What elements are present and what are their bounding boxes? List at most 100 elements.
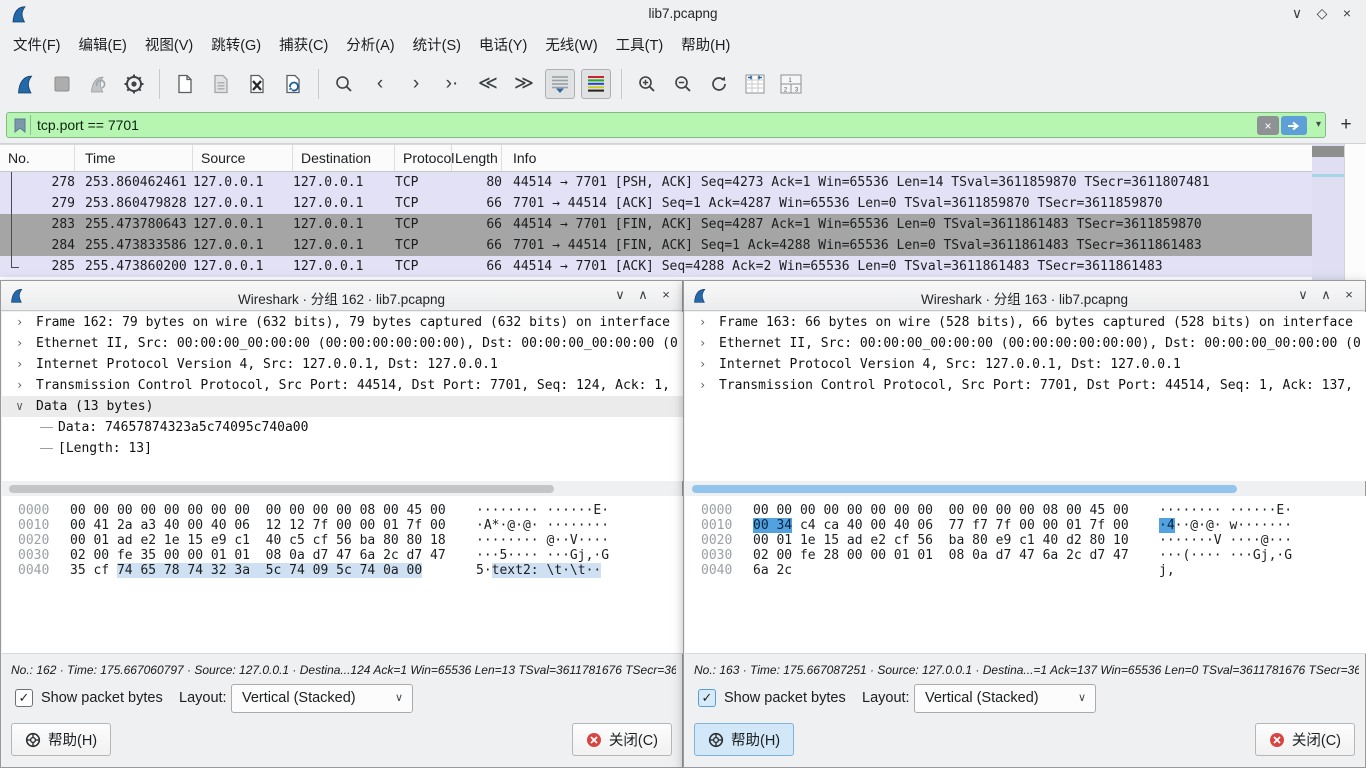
filter-text[interactable] [37, 117, 937, 133]
close-icon[interactable]: × [1339, 287, 1359, 302]
tree-item-data-length[interactable]: [Length: 13] [2, 438, 683, 459]
goto-packet-icon[interactable]: ›· [437, 69, 467, 99]
close-dialog-button[interactable]: 关闭(C) [1255, 723, 1355, 756]
zoom-in-icon[interactable] [632, 69, 662, 99]
tree-item-data-value[interactable]: Data: 74657874323a5c74095c740a00 [2, 417, 683, 438]
packet-vertical-scrollbar[interactable] [1344, 144, 1366, 280]
menu-edit[interactable]: 编辑(E) [70, 30, 136, 59]
zoom-out-icon[interactable] [668, 69, 698, 99]
tree-item-ip[interactable]: ›Internet Protocol Version 4, Src: 127.0… [685, 354, 1366, 375]
display-filter-input[interactable]: × ▾ [6, 112, 1326, 138]
hex-horizontal-scrollbar[interactable] [5, 484, 680, 494]
table-row-278[interactable]: 278253.860462461127.0.0.1127.0.0.1TCP804… [0, 172, 1312, 193]
close-icon[interactable]: × [656, 287, 676, 302]
menu-wireless[interactable]: 无线(W) [536, 30, 606, 59]
hex-row[interactable]: 002000 01 ad e2 1e 15 e9 c1 40 c5 cf 56 … [2, 533, 683, 548]
packet-minimap-scrollbar[interactable] [1312, 144, 1344, 280]
maximize-button[interactable]: ◇ [1311, 5, 1333, 22]
menu-help[interactable]: 帮助(H) [672, 30, 739, 59]
minimize-button[interactable]: ∨ [610, 287, 630, 303]
zoom-reset-icon[interactable] [704, 69, 734, 99]
reload-file-icon[interactable] [278, 69, 308, 99]
hex-row[interactable]: 00406a 2cj, [685, 563, 1366, 578]
hex-row[interactable]: 001000 34 c4 ca 40 00 40 06 77 f7 7f 00 … [685, 518, 1366, 533]
menu-telephony[interactable]: 电话(Y) [470, 30, 536, 59]
column-info[interactable]: Info [502, 145, 1312, 171]
tree-item-tcp[interactable]: ›Transmission Control Protocol, Src Port… [2, 375, 683, 396]
show-packet-bytes-checkbox[interactable]: ✓ [15, 689, 33, 707]
maximize-button[interactable]: ∧ [1316, 287, 1336, 303]
layout-select[interactable]: Vertical (Stacked)∨ [914, 684, 1096, 713]
menu-statistics[interactable]: 统计(S) [404, 30, 470, 59]
filter-clear-icon[interactable]: × [1257, 116, 1279, 135]
chevron-right-icon[interactable]: › [16, 312, 23, 333]
tree-item-frame[interactable]: ›Frame 163: 66 bytes on wire (528 bits),… [685, 312, 1366, 333]
menu-tools[interactable]: 工具(T) [607, 30, 673, 59]
dialog-titlebar[interactable]: Wireshark · 分组 162 · lib7.pcapng ∨ ∧ × [1, 281, 682, 311]
chevron-right-icon[interactable]: › [699, 333, 706, 354]
table-row-285[interactable]: 285255.473860200127.0.0.1127.0.0.1TCP664… [0, 256, 1312, 277]
chevron-right-icon[interactable]: › [699, 375, 706, 396]
first-packet-icon[interactable]: ≪ [473, 69, 503, 99]
save-file-icon[interactable] [206, 69, 236, 99]
scrollbar-thumb[interactable] [1312, 146, 1344, 157]
minimize-button[interactable]: ∨ [1286, 5, 1308, 22]
table-row-284[interactable]: 284255.473833586127.0.0.1127.0.0.1TCP667… [0, 235, 1312, 256]
column-protocol[interactable]: Protocol [395, 145, 452, 171]
show-packet-bytes-checkbox[interactable]: ✓ [698, 689, 716, 707]
chevron-right-icon[interactable]: › [16, 354, 23, 375]
tree-item-frame[interactable]: ›Frame 162: 79 bytes on wire (632 bits),… [2, 312, 683, 333]
filter-apply-icon[interactable] [1281, 116, 1307, 135]
dialog-titlebar[interactable]: Wireshark · 分组 163 · lib7.pcapng ∨ ∧ × [684, 281, 1365, 311]
column-no[interactable]: No. [0, 145, 75, 171]
open-file-icon[interactable] [170, 69, 200, 99]
filter-add-button[interactable]: + [1334, 112, 1358, 138]
restart-capture-icon[interactable] [83, 69, 113, 99]
table-row-283[interactable]: 283255.473780643127.0.0.1127.0.0.1TCP664… [0, 214, 1312, 235]
minimize-button[interactable]: ∨ [1293, 287, 1313, 303]
menu-file[interactable]: 文件(F) [4, 30, 70, 59]
close-file-icon[interactable] [242, 69, 272, 99]
hex-row[interactable]: 004035 cf 74 65 78 74 32 3a 5c 74 09 5c … [2, 563, 683, 578]
hex-row[interactable]: 003002 00 fe 28 00 00 01 01 08 0a d7 47 … [685, 548, 1366, 563]
layout-preferences-icon[interactable]: 123 [776, 69, 806, 99]
menu-go[interactable]: 跳转(G) [202, 30, 270, 59]
column-length[interactable]: Length [452, 145, 502, 171]
chevron-right-icon[interactable]: › [16, 333, 23, 354]
tree-item-tcp[interactable]: ›Transmission Control Protocol, Src Port… [685, 375, 1366, 396]
chevron-down-icon[interactable]: ∨ [16, 396, 23, 417]
column-destination[interactable]: Destination [293, 145, 395, 171]
last-packet-icon[interactable]: ≫ [509, 69, 539, 99]
chevron-right-icon[interactable]: › [16, 375, 23, 396]
scrollbar-thumb[interactable] [9, 485, 554, 493]
hex-row[interactable]: 002000 01 1e 15 ad e2 cf 56 ba 80 e9 c1 … [685, 533, 1366, 548]
chevron-right-icon[interactable]: › [699, 312, 706, 333]
layout-select[interactable]: Vertical (Stacked)∨ [231, 684, 413, 713]
hex-row[interactable]: 000000 00 00 00 00 00 00 00 00 00 00 00 … [685, 503, 1366, 518]
scrollbar-thumb[interactable] [692, 485, 1237, 493]
hex-row[interactable]: 001000 41 2a a3 40 00 40 06 12 12 7f 00 … [2, 518, 683, 533]
stop-capture-icon[interactable] [47, 69, 77, 99]
resize-columns-icon[interactable] [740, 69, 770, 99]
filter-bookmark-icon[interactable] [9, 115, 31, 135]
menu-view[interactable]: 视图(V) [136, 30, 202, 59]
tree-item-ethernet[interactable]: ›Ethernet II, Src: 00:00:00_00:00:00 (00… [2, 333, 683, 354]
colorize-toggle-icon[interactable] [581, 69, 611, 99]
chevron-right-icon[interactable]: › [699, 354, 706, 375]
maximize-button[interactable]: ∧ [633, 287, 653, 303]
hex-row[interactable]: 000000 00 00 00 00 00 00 00 00 00 00 00 … [2, 503, 683, 518]
hex-horizontal-scrollbar[interactable] [688, 484, 1363, 494]
close-button[interactable]: × [1336, 5, 1358, 21]
autoscroll-toggle-icon[interactable] [545, 69, 575, 99]
filter-dropdown-caret-icon[interactable]: ▾ [1316, 119, 1321, 130]
start-capture-icon[interactable] [11, 69, 41, 99]
column-source[interactable]: Source [193, 145, 293, 171]
next-packet-icon[interactable]: › [401, 69, 431, 99]
hex-row[interactable]: 003002 00 fe 35 00 00 01 01 08 0a d7 47 … [2, 548, 683, 563]
tree-item-ethernet[interactable]: ›Ethernet II, Src: 00:00:00_00:00:00 (00… [685, 333, 1366, 354]
tree-item-ip[interactable]: ›Internet Protocol Version 4, Src: 127.0… [2, 354, 683, 375]
capture-options-gear-icon[interactable] [119, 69, 149, 99]
menu-capture[interactable]: 捕获(C) [270, 30, 337, 59]
help-button[interactable]: 帮助(H) [11, 723, 111, 756]
column-time[interactable]: Time [75, 145, 193, 171]
